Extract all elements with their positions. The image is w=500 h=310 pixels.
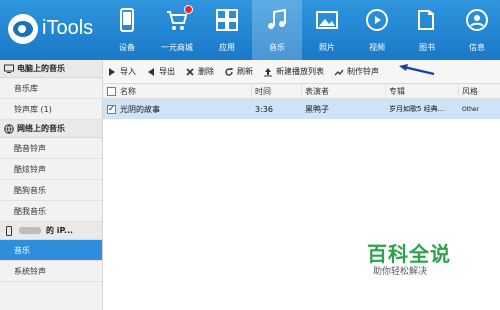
sidebar-section-online[interactable]: 网络上的音乐 (0, 120, 102, 138)
import-button[interactable]: 导入 (107, 66, 136, 77)
sidebar-item-kuyin-ringtone[interactable]: 酷音铃声 (0, 138, 102, 159)
sidebar-section-label: 电脑上的音乐 (17, 64, 65, 73)
monitor-icon (4, 64, 14, 73)
select-all-checkbox[interactable] (107, 86, 116, 96)
nav-music[interactable]: 音乐 (252, 0, 302, 60)
sidebar-item-kuxuan-ringtone[interactable]: 酷炫铃声 (0, 159, 102, 180)
sidebar: 电脑上的音乐 音乐库 铃声库 (1) 网络上的音乐 酷音铃声 酷炫铃声 酷狗音乐… (0, 60, 103, 310)
delete-label: 删除 (198, 67, 214, 76)
nav-label: 视频 (369, 43, 385, 52)
nav-device[interactable]: 设备 (102, 0, 152, 60)
apps-icon (216, 9, 238, 31)
upload-icon (264, 67, 272, 76)
sidebar-section-computer[interactable]: 电脑上的音乐 (0, 60, 102, 78)
watermark-title: 百科全说 (367, 242, 451, 266)
main-nav: 设备 一元商城 应用 音乐 照片 视频 图书 信息 (102, 0, 500, 60)
app-logo[interactable]: iTools (4, 10, 104, 50)
nav-label: 信息 (469, 43, 485, 52)
song-genre: Other (462, 105, 480, 113)
import-icon (109, 67, 115, 76)
sidebar-item-device-music[interactable]: 音乐 (0, 240, 102, 261)
nav-label: 音乐 (269, 43, 285, 52)
make-ringtone-label: 制作铃声 (347, 67, 379, 76)
redacted-device-name (19, 227, 41, 234)
sidebar-item-system-ringtone[interactable]: 系统铃声 (0, 261, 102, 282)
itools-logo-icon (8, 14, 38, 44)
export-button[interactable]: 导出 (146, 66, 175, 77)
nav-photos[interactable]: 照片 (302, 0, 352, 60)
nav-label: 一元商城 (161, 43, 193, 52)
nav-mall[interactable]: 一元商城 (152, 0, 202, 60)
song-name: 光阴的故事 (120, 104, 160, 114)
table-header: 名称 时间 表演者 专辑 风格 (103, 84, 500, 99)
nav-label: 应用 (219, 43, 235, 52)
make-ringtone-button[interactable]: 制作铃声 (334, 66, 379, 77)
row-checkbox[interactable]: ✓ (107, 104, 116, 114)
export-icon (148, 67, 154, 76)
nav-label: 图书 (419, 43, 435, 52)
top-bar: iTools 设备 一元商城 应用 音乐 照片 视频 图书 信息 (0, 0, 500, 60)
chart-icon (334, 69, 344, 75)
export-label: 导出 (159, 67, 175, 76)
nav-label: 照片 (319, 43, 335, 52)
column-time-header[interactable]: 时间 (252, 84, 302, 98)
table-row[interactable]: ✓ 光阴的故事 3:36 黑鸭子 岁月如歌5 经典... Other (103, 99, 500, 119)
song-album: 岁月如歌5 经典... (389, 105, 445, 113)
new-playlist-button[interactable]: 新建播放列表 (263, 66, 324, 77)
nav-books[interactable]: 图书 (402, 0, 452, 60)
column-name-header[interactable]: 名称 (107, 84, 252, 98)
video-icon (366, 9, 388, 31)
music-icon (268, 8, 286, 29)
delete-button[interactable]: 删除 (185, 66, 214, 77)
column-label: 名称 (120, 86, 136, 96)
column-artist-header[interactable]: 表演者 (302, 84, 386, 98)
nav-info[interactable]: 信息 (452, 0, 500, 60)
import-label: 导入 (120, 67, 136, 76)
toolbar: 导入 导出 删除 刷新 新建播放列表 制作铃声 (103, 60, 500, 84)
sidebar-item-kuwo-music[interactable]: 酷我音乐 (0, 201, 102, 222)
column-genre-header[interactable]: 风格 (459, 84, 500, 98)
notification-dot (184, 5, 193, 14)
refresh-label: 刷新 (237, 67, 253, 76)
watermark-subtitle: 助你轻松解决 (373, 267, 428, 277)
device-icon (6, 225, 12, 236)
photo-icon (316, 11, 338, 29)
delete-icon (186, 67, 194, 76)
sidebar-section-label: 的 iP... (46, 226, 74, 235)
nav-video[interactable]: 视频 (352, 0, 402, 60)
app-name: iTools (42, 17, 94, 39)
song-time: 3:36 (255, 104, 273, 114)
sidebar-item-kugou-music[interactable]: 酷狗音乐 (0, 180, 102, 201)
nav-label: 设备 (119, 43, 135, 52)
row-name-cell: ✓ 光阴的故事 (107, 99, 252, 119)
column-album-header[interactable]: 专辑 (386, 84, 459, 98)
globe-icon (4, 123, 14, 134)
nav-apps[interactable]: 应用 (202, 0, 252, 60)
user-icon (466, 9, 488, 31)
sidebar-item-music-library[interactable]: 音乐库 (0, 78, 102, 99)
song-artist: 黑鸭子 (305, 104, 329, 114)
sidebar-section-device[interactable]: 的 iP... (0, 222, 102, 240)
annotation-arrow (399, 64, 435, 76)
phone-icon (120, 8, 134, 32)
sidebar-section-label: 网络上的音乐 (17, 124, 65, 133)
refresh-button[interactable]: 刷新 (224, 66, 253, 77)
refresh-icon (225, 67, 233, 76)
book-icon (418, 10, 434, 30)
sidebar-item-ringtone-library[interactable]: 铃声库 (1) (0, 99, 102, 120)
new-playlist-label: 新建播放列表 (276, 67, 324, 76)
